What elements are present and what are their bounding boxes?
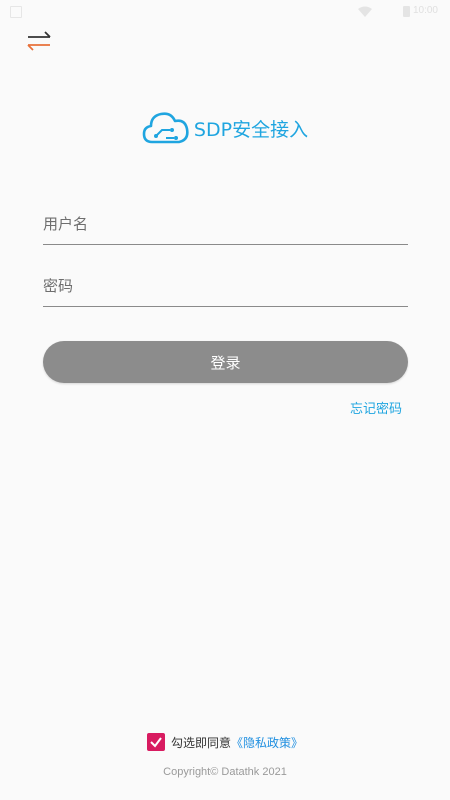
- status-bar: 10:00: [0, 0, 450, 24]
- copyright: Copyright© Datathk 2021: [163, 766, 287, 778]
- battery-icon: [403, 6, 410, 17]
- checkmark-icon: [150, 737, 162, 748]
- cloud-icon: [142, 112, 189, 144]
- password-field[interactable]: [43, 266, 408, 307]
- login-screen: 10:00 SDP安全接入 登录 忘记密码: [0, 0, 450, 800]
- wifi-icon: [358, 6, 372, 17]
- agreement-text: 勾选即同意: [170, 735, 231, 750]
- agree-checkbox[interactable]: [146, 733, 165, 751]
- privacy-policy-link[interactable]: 《隐私政策》: [231, 734, 303, 751]
- agreement-row: 勾选即同意 《隐私政策》: [0, 733, 450, 751]
- login-button[interactable]: 登录: [43, 341, 408, 383]
- swap-arrows-icon[interactable]: [24, 26, 54, 56]
- username-field[interactable]: [43, 204, 408, 245]
- forgot-password-link[interactable]: 忘记密码: [350, 398, 402, 417]
- login-button-label: 登录: [210, 353, 241, 372]
- password-input[interactable]: [43, 266, 408, 306]
- notification-icon: [10, 6, 22, 18]
- app-title: SDP安全接入: [193, 118, 309, 141]
- app-logo: SDP安全接入: [0, 108, 450, 148]
- status-time: 10:00: [412, 5, 438, 16]
- username-input[interactable]: [43, 204, 408, 244]
